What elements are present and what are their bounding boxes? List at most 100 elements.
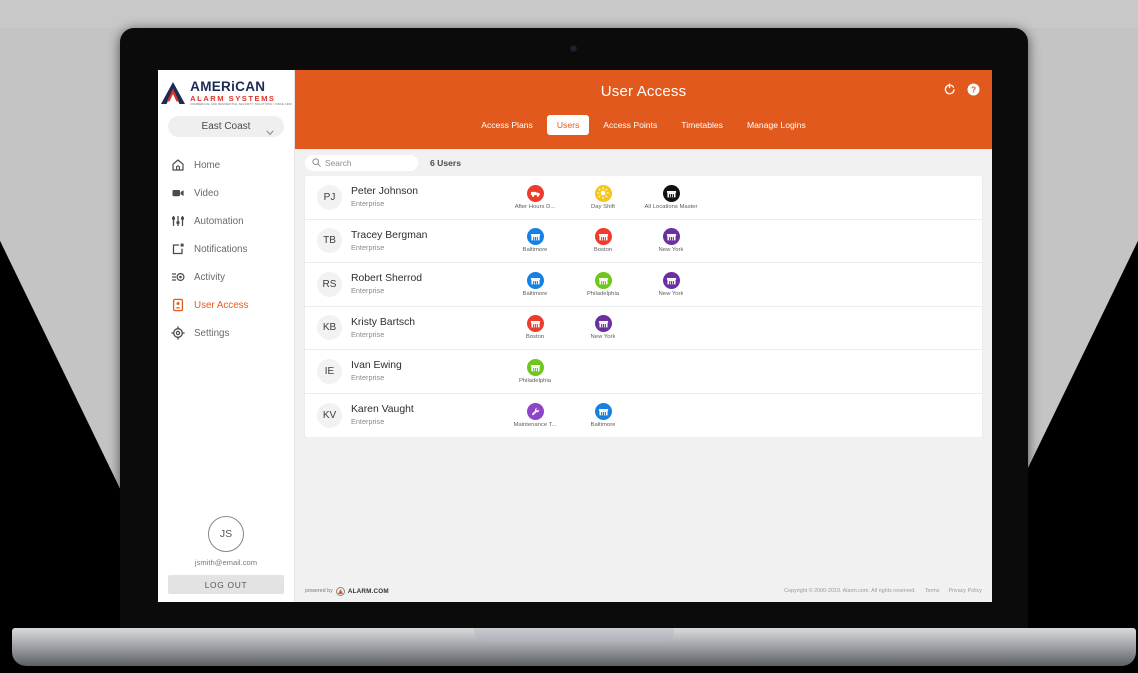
table-row[interactable]: KB Kristy Bartsch Enterprise Boston New Yo…	[305, 307, 982, 350]
sidebar-item-home[interactable]: Home	[158, 151, 294, 179]
home-icon	[170, 158, 185, 173]
logo-tagline: COMMERCIAL AND RESIDENTIAL SECURITY SOLU…	[190, 102, 292, 106]
access-badge[interactable]: Baltimore	[501, 228, 569, 253]
access-badge[interactable]: Boston	[501, 315, 569, 340]
access-badge[interactable]: Philadelphia	[501, 358, 569, 384]
sidebar-item-activity[interactable]: Activity	[158, 263, 294, 291]
region-selector-label: East Coast	[201, 121, 251, 133]
sidebar-item-automation[interactable]: Automation	[158, 207, 294, 235]
header-actions: ?	[943, 83, 980, 101]
user-badges: Maintenance T... Baltimore	[501, 402, 637, 428]
user-name: Tracey Bergman	[351, 229, 428, 241]
user-meta: Tracey Bergman Enterprise	[351, 230, 501, 252]
table-row[interactable]: TB Tracey Bergman Enterprise Baltimore Bos…	[305, 220, 982, 263]
avatar: KB	[317, 315, 342, 341]
user-meta: Karen Vaught Enterprise	[351, 404, 501, 426]
laptop-screen: AMERiCAN ALARM SYSTEMS COMMERCIAL AND RE…	[158, 70, 992, 602]
store-icon	[662, 228, 680, 246]
access-badge[interactable]: Baltimore	[501, 271, 569, 297]
access-badge-label: New York	[590, 334, 616, 341]
search-placeholder: Search	[325, 157, 352, 168]
privacy-policy-link[interactable]: Privacy Policy	[948, 588, 982, 594]
access-badge-label: After Hours D...	[514, 203, 556, 210]
access-badge[interactable]: Maintenance T...	[501, 402, 569, 428]
table-row[interactable]: PJ Peter Johnson Enterprise After Hours D.…	[305, 176, 982, 220]
user-count-label: 6 Users	[430, 157, 462, 168]
sidebar-item-notifications[interactable]: Notifications	[158, 235, 294, 263]
logo-american-text: AMERiCAN	[190, 79, 266, 94]
access-badge[interactable]: New York	[569, 315, 637, 340]
logo-alarm-systems-text: ALARM SYSTEMS	[190, 93, 276, 103]
powered-by-label: powered by	[305, 588, 333, 594]
footer-right: Copyright © 2000-2019. Alarm.com. All ri…	[784, 588, 982, 594]
background-gray-top	[0, 0, 1138, 30]
region-selector[interactable]: East Coast	[168, 116, 284, 138]
user-plan: Enterprise	[351, 417, 385, 427]
app-header: User Access ? Access Plans Users Access …	[295, 70, 992, 149]
user-badges: Boston New York	[501, 315, 637, 340]
access-badge-label: New York	[658, 247, 684, 254]
user-badges: Philadelphia	[501, 358, 569, 384]
tab-users[interactable]: Users	[546, 115, 590, 135]
laptop-base-notch	[474, 628, 674, 642]
access-badge[interactable]: Day Shift	[569, 184, 637, 210]
access-badge[interactable]: All Locations Master	[637, 184, 705, 210]
user-name: Peter Johnson	[351, 186, 419, 198]
help-icon[interactable]: ?	[967, 83, 980, 101]
alarm-dot-com-logo-icon	[335, 586, 345, 596]
tab-access-plans[interactable]: Access Plans	[471, 115, 543, 135]
access-badge-label: All Locations Master	[644, 203, 698, 210]
tab-timetables[interactable]: Timetables	[671, 115, 733, 135]
notification-square-icon	[170, 242, 185, 257]
access-badge[interactable]: Baltimore	[569, 402, 637, 428]
access-badge-label: Baltimore	[590, 421, 616, 428]
access-badge-label: Day Shift	[591, 203, 615, 210]
access-badge[interactable]: Philadelphia	[569, 271, 637, 297]
user-name: Ivan Ewing	[351, 360, 402, 372]
user-name: Kristy Bartsch	[351, 316, 416, 328]
user-badges: Baltimore Boston New York	[501, 228, 705, 253]
svg-text:?: ?	[971, 85, 976, 95]
header-tabs: Access Plans Users Access Points Timetab…	[295, 115, 992, 135]
webcam-dot	[571, 46, 576, 51]
terms-link[interactable]: Terms	[925, 588, 940, 594]
store-icon	[526, 315, 544, 333]
avatar: IE	[317, 358, 342, 384]
access-badge-label: Boston	[593, 247, 613, 254]
access-badge[interactable]: Boston	[569, 228, 637, 253]
access-badge[interactable]: New York	[637, 228, 705, 253]
wrench-icon	[526, 402, 544, 420]
user-meta: Peter Johnson Enterprise	[351, 186, 501, 208]
alarm-dot-com-text: ALARM.COM	[347, 587, 389, 595]
table-row[interactable]: IE Ivan Ewing Enterprise Philadelphia	[305, 350, 982, 394]
search-input[interactable]: Search	[305, 154, 418, 171]
laptop-mockup: AMERiCAN ALARM SYSTEMS COMMERCIAL AND RE…	[0, 28, 1138, 670]
sidebar-nav: Home Video Automation Notifications Acti…	[158, 151, 294, 516]
access-badge-label: Philadelphia	[518, 377, 552, 384]
sidebar-item-label: User Access	[194, 299, 249, 311]
store-icon	[526, 271, 544, 289]
sidebar-item-video[interactable]: Video	[158, 179, 294, 207]
refresh-icon[interactable]	[943, 83, 956, 101]
tab-manage-logins[interactable]: Manage Logins	[737, 115, 816, 135]
brand-logo[interactable]: AMERiCAN ALARM SYSTEMS COMMERCIAL AND RE…	[158, 70, 294, 110]
access-badge[interactable]: After Hours D...	[501, 184, 569, 210]
user-plan: Enterprise	[351, 329, 385, 339]
page-title: User Access	[600, 83, 687, 100]
sidebar-item-user-access[interactable]: User Access	[158, 291, 294, 319]
store-icon	[526, 228, 544, 246]
store-icon	[594, 228, 612, 246]
table-row[interactable]: KV Karen Vaught Enterprise Maintenance T..…	[305, 394, 982, 438]
avatar: TB	[317, 228, 342, 254]
avatar: PJ	[317, 184, 342, 210]
american-alarm-a-icon	[160, 81, 186, 105]
sidebar-item-settings[interactable]: Settings	[158, 319, 294, 347]
table-row[interactable]: RS Robert Sherrod Enterprise Baltimore Phi…	[305, 263, 982, 307]
activity-list-icon	[170, 270, 185, 285]
access-badge[interactable]: New York	[637, 271, 705, 297]
logout-button[interactable]: LOG OUT	[168, 575, 284, 594]
access-badge-label: Boston	[525, 334, 545, 341]
tab-access-points[interactable]: Access Points	[593, 115, 667, 135]
user-plan: Enterprise	[351, 242, 385, 252]
chevron-down-icon	[266, 123, 274, 141]
